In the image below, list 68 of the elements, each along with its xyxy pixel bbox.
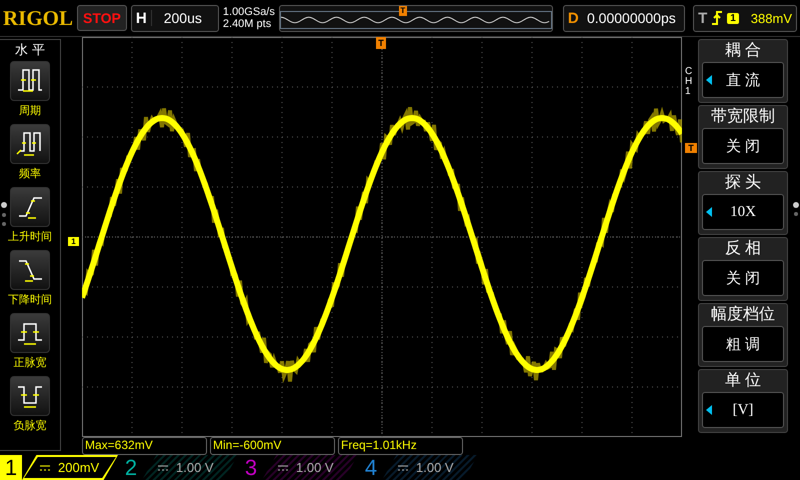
measurement-readout: Freq=1.01kHz — [338, 437, 463, 455]
trigger-level-marker[interactable]: T — [685, 143, 697, 153]
menu-value: 10X — [730, 204, 756, 220]
menu-value: 粗 调 — [726, 336, 760, 354]
timebase-value: 200us — [150, 10, 214, 26]
menu-value: 关 闭 — [726, 270, 760, 288]
measure-button[interactable] — [10, 250, 50, 290]
sample-rate: 1.00GSa/s — [222, 6, 275, 18]
menu-value: 关 闭 — [726, 138, 760, 156]
panel-title: 水 平 — [15, 41, 45, 59]
trigger-source: 1 — [727, 12, 739, 24]
measurement-readout: Max=632mV — [82, 437, 207, 455]
delay-value: 0.00000000ps — [586, 10, 677, 26]
menu-value: [V] — [732, 402, 754, 418]
delay-label: D — [568, 10, 579, 26]
trigger-position-marker[interactable]: T — [376, 37, 386, 49]
measure-label: 上升时间 — [8, 230, 52, 245]
trigger-position-marker: T — [398, 6, 407, 16]
menu-title: 反 相 — [724, 238, 762, 259]
menu-softkey[interactable]: 幅度档位 粗 调 — [698, 303, 788, 367]
menu-softkey[interactable]: 耦 合 直 流 — [698, 39, 788, 103]
channel-number[interactable]: 1 — [0, 455, 22, 480]
menu-title: 耦 合 — [724, 41, 762, 61]
channel-label: CH1 — [685, 67, 694, 97]
measure-label: 正脉宽 — [14, 356, 46, 371]
channel-scale-button[interactable]: 1.00 V — [142, 455, 238, 480]
page-dots-icon — [793, 202, 799, 218]
menu-softkey[interactable]: 探 头 10X — [698, 171, 788, 235]
channel-scale-button[interactable]: 200mV — [22, 455, 118, 480]
trigger-level: 388mV — [750, 10, 792, 26]
menu-title: 探 头 — [724, 172, 762, 193]
page-dots-icon — [1, 202, 7, 228]
dc-coupling-icon — [278, 464, 288, 470]
menu-softkey[interactable]: 带宽限制 关 闭 — [698, 105, 788, 169]
measure-label: 周期 — [19, 104, 41, 119]
measure-button[interactable] — [10, 124, 50, 164]
menu-title: 带宽限制 — [711, 106, 775, 127]
menu-softkey[interactable]: 反 相 关 闭 — [698, 237, 788, 301]
channel-scale-button[interactable]: 1.00 V — [262, 455, 358, 480]
run-stop-button[interactable]: STOP — [77, 5, 127, 31]
measurement-readout: Min=-600mV — [210, 437, 335, 455]
measure-label: 频率 — [19, 166, 41, 182]
dc-coupling-icon — [398, 464, 408, 470]
memory-depth: 2.40M pts — [222, 18, 272, 30]
measure-button[interactable] — [10, 187, 50, 227]
channel-marker[interactable]: 1 — [68, 237, 79, 246]
menu-title: 单 位 — [724, 371, 762, 391]
menu-title: 幅度档位 — [711, 304, 775, 325]
measure-button[interactable] — [10, 376, 50, 416]
measure-button[interactable] — [10, 313, 50, 353]
dc-coupling-icon — [158, 464, 168, 470]
channel-number[interactable]: 2 — [120, 455, 142, 480]
menu-softkey[interactable]: 单 位 [V] — [698, 369, 788, 433]
trigger-label: T — [698, 10, 708, 26]
channel-scale-button[interactable]: 1.00 V — [382, 455, 478, 480]
delay-box[interactable]: D 0.00000000ps — [562, 4, 686, 32]
brand-logo: RIGOL — [3, 6, 74, 30]
rising-edge-icon — [711, 10, 724, 26]
measure-button[interactable] — [10, 61, 50, 101]
trigger-box[interactable]: T 1 388mV — [693, 4, 797, 32]
dc-coupling-icon — [40, 464, 50, 470]
measure-label: 下降时间 — [8, 293, 52, 308]
measure-label: 负脉宽 — [14, 418, 46, 434]
horizontal-label: H — [136, 10, 147, 26]
menu-value: 直 流 — [726, 71, 760, 90]
channel-number[interactable]: 4 — [360, 455, 382, 480]
horizontal-scale-box[interactable]: H 200us — [130, 4, 219, 32]
channel-number[interactable]: 3 — [240, 455, 262, 480]
